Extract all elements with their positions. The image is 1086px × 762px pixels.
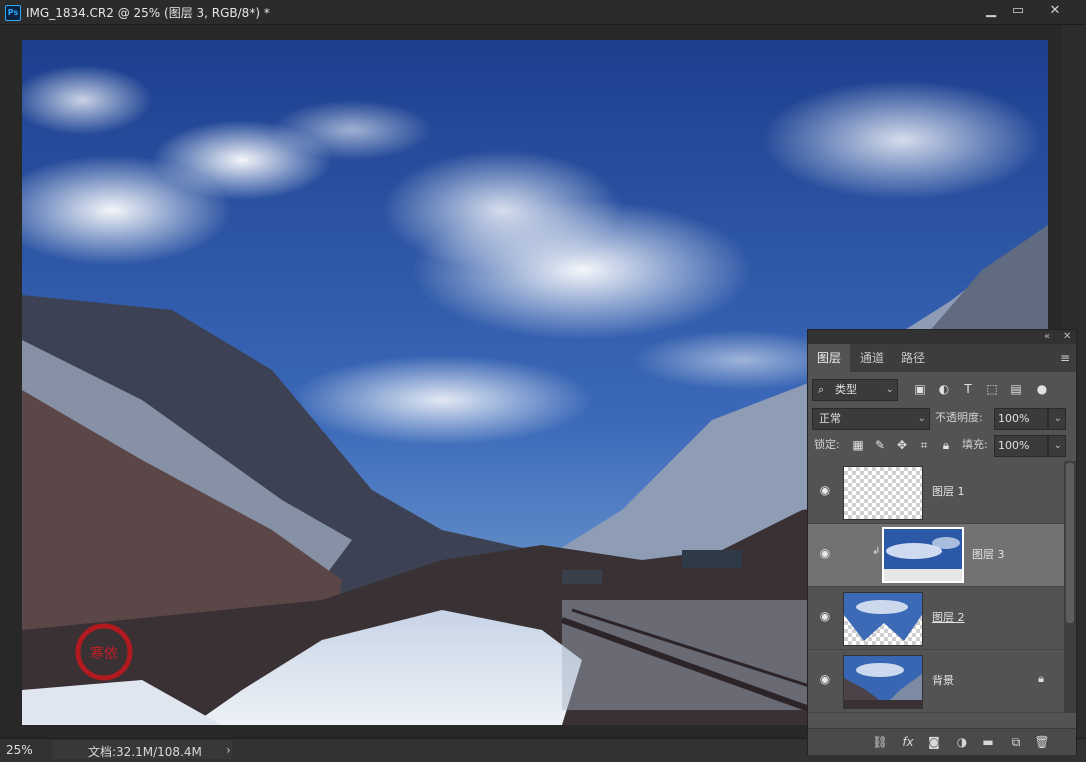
- status-menu-arrow-icon[interactable]: ›: [226, 743, 231, 757]
- fill-dropdown[interactable]: ⌄: [1048, 435, 1066, 457]
- opacity-input[interactable]: 100%: [994, 408, 1048, 430]
- document-tab-title[interactable]: IMG_1834.CR2 @ 25% (图层 3, RGB/8*) *: [26, 4, 270, 21]
- layer-thumbnail[interactable]: [843, 592, 923, 646]
- search-icon: ⌕: [818, 383, 825, 396]
- filter-row: ⌕ 类型 ⌄ ▣ ◐ T ⬚ ▤ ●: [808, 379, 1076, 401]
- panel-header: « ✕: [808, 330, 1076, 344]
- sky-thumbnail: [884, 529, 962, 581]
- filter-kind-select[interactable]: ⌕ 类型 ⌄: [812, 379, 898, 401]
- scrollbar-thumb[interactable]: [1066, 463, 1074, 623]
- close-panel-icon[interactable]: ✕: [1063, 330, 1071, 344]
- zoom-level[interactable]: 25%: [6, 743, 50, 757]
- clipping-mask-icon: ↲: [872, 546, 881, 557]
- folder-icon[interactable]: ▬: [978, 732, 998, 752]
- filter-kind-label: 类型: [835, 383, 857, 396]
- link-icon[interactable]: ⛓: [870, 732, 890, 752]
- blend-row: 正常 ⌄ 不透明度: 100% ⌄: [808, 408, 1076, 430]
- fill-value: 100%: [998, 439, 1030, 452]
- layer-row-2[interactable]: ◉ 图层 2: [808, 587, 1064, 650]
- eye-icon[interactable]: ◉: [817, 483, 833, 499]
- tab-layers[interactable]: 图层: [808, 344, 851, 372]
- doc-size-text: 文档:32.1M/108.4M: [88, 745, 202, 759]
- fx-icon[interactable]: fx: [898, 732, 918, 752]
- chevron-down-icon: ⌄: [917, 413, 926, 424]
- layer-row-3-selected[interactable]: ◉ ↲ 图层 3: [808, 524, 1064, 587]
- tab-paths[interactable]: 路径: [892, 344, 934, 372]
- mask-icon[interactable]: ◙: [924, 732, 944, 752]
- adjustment-icon[interactable]: ◑: [952, 732, 972, 752]
- lock-row: 锁定: ▦ ✎ ✥ ⌗ 🔒︎ 填充: 100% ⌄: [808, 435, 1076, 457]
- layer-thumbnail[interactable]: [882, 527, 964, 583]
- photo-thumbnail: [844, 656, 922, 708]
- blend-mode-label: 正常: [819, 412, 841, 425]
- opacity-value: 100%: [998, 412, 1030, 425]
- lock-icon: 🔒︎: [1038, 672, 1044, 685]
- tab-channels[interactable]: 通道: [851, 344, 893, 372]
- chevron-down-icon: ⌄: [1053, 413, 1062, 424]
- new-layer-icon[interactable]: ⧉: [1006, 732, 1026, 752]
- filter-adjustment-icon[interactable]: ◐: [936, 379, 952, 399]
- opacity-label: 不透明度:: [935, 411, 983, 424]
- eye-icon[interactable]: ◉: [817, 609, 833, 625]
- lock-artboard-icon[interactable]: ⌗: [916, 435, 932, 455]
- lock-all-icon[interactable]: 🔒︎: [938, 435, 954, 455]
- layers-scrollbar[interactable]: [1064, 461, 1076, 713]
- layer-thumbnail[interactable]: [843, 655, 923, 709]
- layer-row-background[interactable]: ◉ 背景 🔒︎: [808, 650, 1064, 713]
- layer-name[interactable]: 图层 2: [932, 609, 965, 625]
- chevron-down-icon: ⌄: [885, 384, 894, 395]
- layer-name[interactable]: 图层 3: [972, 546, 1005, 562]
- filter-smartobject-icon[interactable]: ▤: [1008, 379, 1024, 399]
- close-button[interactable]: ✕: [1040, 0, 1070, 22]
- panel-tabs: 图层 通道 路径 ≡: [808, 344, 1076, 372]
- blend-mode-select[interactable]: 正常 ⌄: [812, 408, 930, 430]
- filter-shape-icon[interactable]: ⬚: [984, 379, 1000, 399]
- watermark-seal: 寒依: [90, 645, 118, 662]
- layer-row-1[interactable]: ◉ 图层 1: [808, 461, 1064, 524]
- filter-type-icon[interactable]: T: [960, 379, 976, 399]
- filter-pixel-icon[interactable]: ▣: [912, 379, 928, 399]
- lock-transparent-icon[interactable]: ▦: [850, 435, 866, 455]
- layer-name[interactable]: 图层 1: [932, 483, 965, 499]
- lock-brush-icon[interactable]: ✎: [872, 435, 888, 455]
- opacity-dropdown[interactable]: ⌄: [1048, 408, 1066, 430]
- fill-label: 填充:: [962, 438, 988, 451]
- layers-panel: « ✕ 图层 通道 路径 ≡ ⌕ 类型 ⌄ ▣ ◐ T ⬚ ▤ ● 正常 ⌄ 不…: [807, 329, 1077, 755]
- lock-label: 锁定:: [814, 438, 840, 451]
- collapse-panel-icon[interactable]: «: [1044, 330, 1050, 344]
- photoshop-icon: Ps: [5, 5, 21, 21]
- eye-icon[interactable]: ◉: [817, 546, 833, 562]
- trash-icon[interactable]: 🗑︎: [1032, 732, 1052, 752]
- layer-name[interactable]: 背景: [932, 672, 954, 688]
- minimize-button[interactable]: ▁: [976, 0, 1006, 22]
- panel-menu-icon[interactable]: ≡: [1060, 351, 1070, 365]
- sky-mask-thumbnail: [844, 593, 922, 641]
- document-titlebar: Ps IMG_1834.CR2 @ 25% (图层 3, RGB/8*) * ▁…: [0, 0, 1086, 25]
- eye-icon[interactable]: ◉: [817, 672, 833, 688]
- layers-list: ◉ 图层 1 ◉ ↲ 图层 3 ◉ 图层 2 ◉ 背景 🔒︎: [808, 461, 1064, 713]
- layers-bottom-toolbar: ⛓ fx ◙ ◑ ▬ ⧉ 🗑︎: [808, 728, 1076, 755]
- fill-input[interactable]: 100%: [994, 435, 1048, 457]
- lock-position-icon[interactable]: ✥: [894, 435, 910, 455]
- chevron-down-icon: ⌄: [1053, 440, 1062, 451]
- filter-toggle-icon[interactable]: ●: [1034, 379, 1050, 399]
- layer-thumbnail[interactable]: [843, 466, 923, 520]
- restore-button[interactable]: ▭: [1003, 0, 1033, 22]
- document-info[interactable]: 文档:32.1M/108.4M ›: [52, 741, 232, 759]
